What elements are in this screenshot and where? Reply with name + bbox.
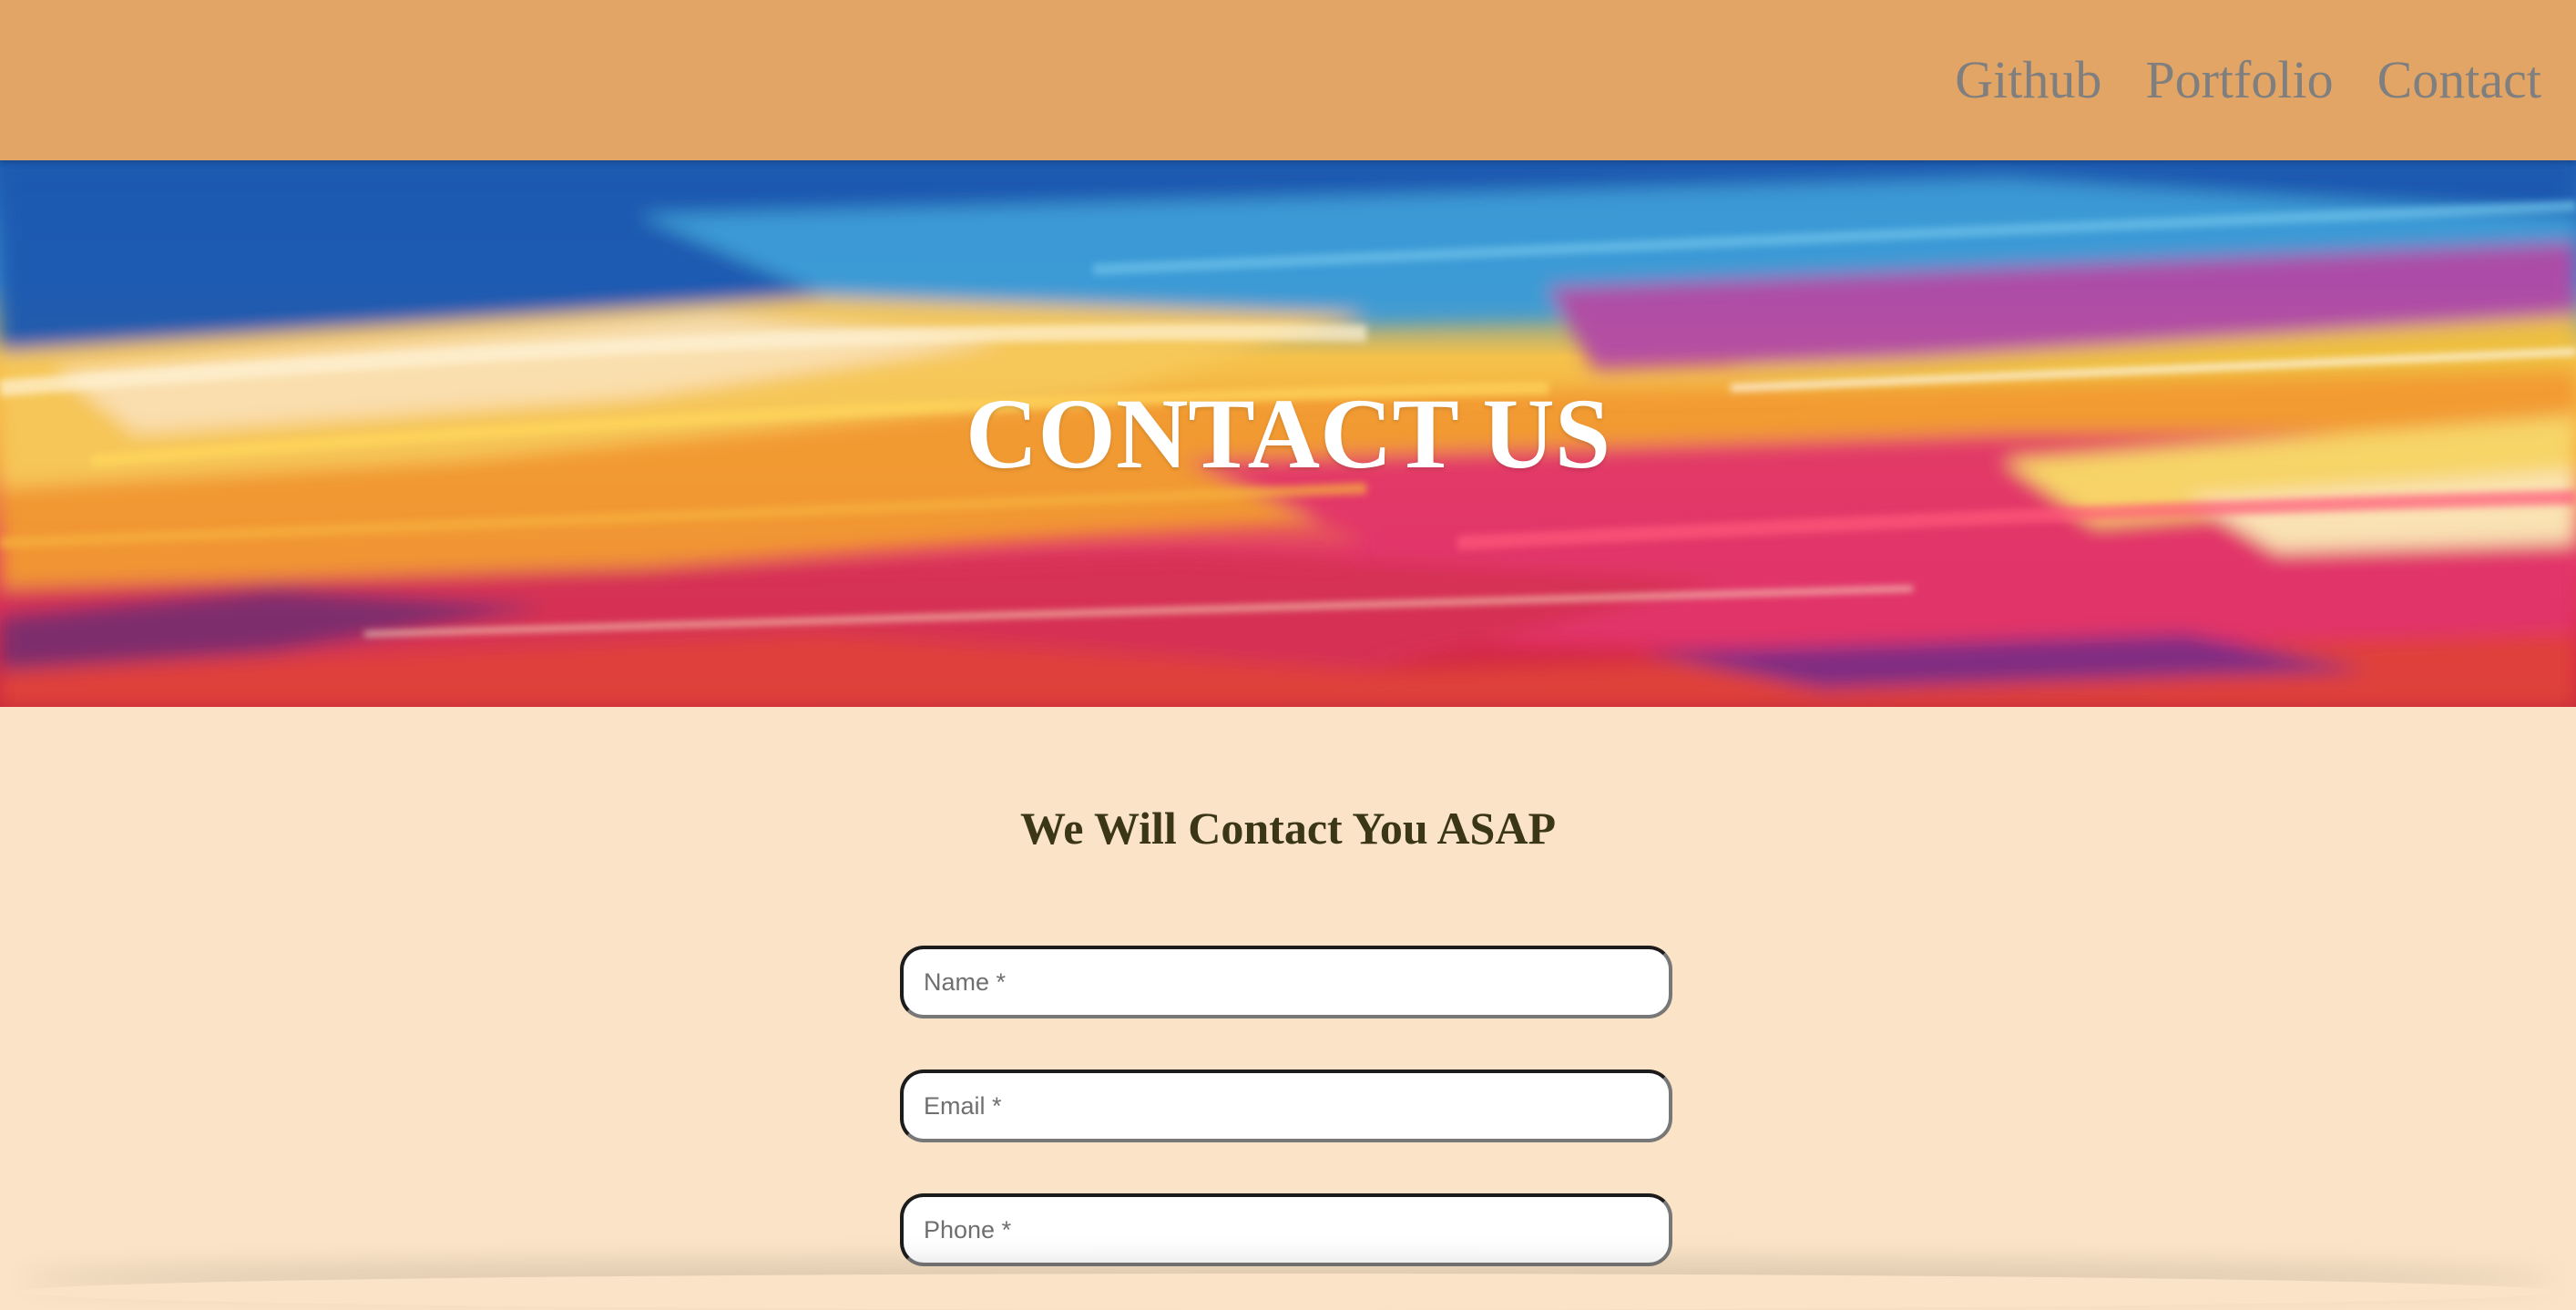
top-navbar: Github Portfolio Contact <box>0 0 2576 160</box>
email-input[interactable] <box>900 1069 1672 1142</box>
hero-banner: CONTACT US <box>0 160 2576 707</box>
contact-heading: We Will Contact You ASAP <box>1019 803 1557 854</box>
nav-link-contact[interactable]: Contact <box>2377 44 2541 117</box>
nav-link-github[interactable]: Github <box>1955 44 2101 117</box>
nav-link-portfolio[interactable]: Portfolio <box>2145 44 2333 117</box>
contact-section: We Will Contact You ASAP <box>0 707 2576 1294</box>
phone-input[interactable] <box>900 1193 1672 1266</box>
name-input[interactable] <box>900 946 1672 1018</box>
page-title: CONTACT US <box>965 378 1611 489</box>
nav-links: Github Portfolio Contact <box>1955 44 2541 117</box>
